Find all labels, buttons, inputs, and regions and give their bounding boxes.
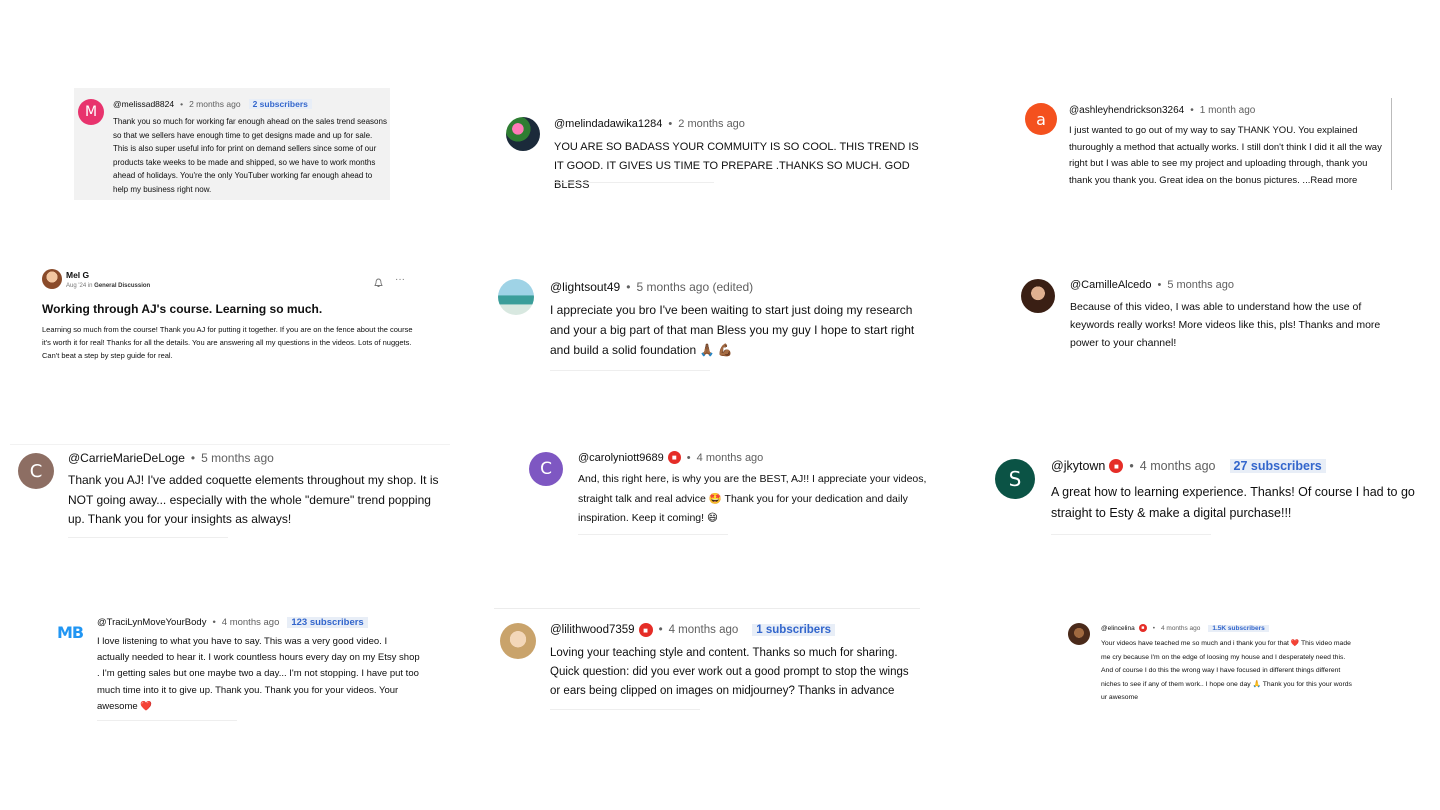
comment-text: I love listening to what you have to say… bbox=[97, 636, 420, 712]
comment-card-elincelina: @elincelina ■ • 4 months ago 1.5K subscr… bbox=[1066, 620, 1366, 706]
comment-card-camillealcedo: @CamilleAlcedo • 5 months ago Because of… bbox=[1018, 274, 1408, 354]
avatar[interactable]: S bbox=[995, 459, 1035, 499]
comment-text: Thank you so much for working far enough… bbox=[113, 117, 387, 194]
comment-time[interactable]: 5 months ago bbox=[1167, 279, 1234, 291]
avatar-letter: C bbox=[29, 460, 43, 482]
action-bar bbox=[550, 370, 710, 377]
action-bar bbox=[550, 709, 700, 716]
comment-time[interactable]: 5 months ago bbox=[201, 451, 274, 465]
comment-time[interactable]: 4 months ago bbox=[1161, 625, 1200, 632]
comment-meta: @lightsout49 • 5 months ago (edited) bbox=[550, 280, 754, 294]
comment-meta: @ashleyhendrickson3264 • 1 month ago bbox=[1069, 105, 1256, 116]
comment-card-lightsout49: @lightsout49 • 5 months ago (edited) I a… bbox=[496, 270, 926, 380]
comment-time[interactable]: 5 months ago (edited) bbox=[636, 280, 753, 294]
avatar[interactable]: M bbox=[78, 99, 104, 125]
avatar-letter: C bbox=[540, 459, 552, 479]
comment-meta: @CamilleAlcedo • 5 months ago bbox=[1070, 279, 1234, 291]
avatar-letter: a bbox=[1036, 109, 1046, 129]
avatar-letter: M bbox=[84, 104, 98, 120]
subscriber-badge: 1 subscribers bbox=[752, 624, 836, 636]
comment-card-ashleyhendrickson3264: a @ashleyhendrickson3264 • 1 month ago I… bbox=[1020, 98, 1392, 190]
comment-card-jkytown: S @jkytown ■ • 4 months ago 27 subscribe… bbox=[992, 454, 1432, 544]
subscriber-badge: 27 subscribers bbox=[1229, 459, 1326, 473]
comment-text: A great how to learning experience. Than… bbox=[1051, 485, 1415, 520]
comment-card-melindadawika1284: @melindadawika1284 • 2 months ago YOU AR… bbox=[500, 110, 930, 191]
avatar[interactable] bbox=[1021, 279, 1055, 313]
avatar[interactable] bbox=[498, 279, 534, 315]
comment-time[interactable]: 1 month ago bbox=[1200, 105, 1256, 116]
comment-author[interactable]: @lightsout49 bbox=[550, 280, 620, 294]
bell-icon[interactable] bbox=[374, 275, 383, 287]
red-channel-icon: ■ bbox=[1109, 459, 1124, 473]
avatar[interactable] bbox=[506, 117, 540, 151]
action-bar bbox=[578, 534, 728, 541]
comment-card-lilithwood7359: @lilithwood7359 ■ • 4 months ago 1 subsc… bbox=[494, 608, 920, 718]
action-bar bbox=[97, 720, 237, 727]
comment-meta: @melindadawika1284 • 2 months ago bbox=[554, 118, 745, 130]
comment-time[interactable]: 2 months ago bbox=[189, 99, 241, 109]
comment-card-tracilynmoveyourbody: MB @TraciLynMoveYourBody • 4 months ago … bbox=[54, 612, 424, 724]
comment-meta: @CarrieMarieDeLoge • 5 months ago bbox=[68, 451, 274, 465]
action-bar bbox=[554, 182, 714, 189]
comment-author[interactable]: @elincelina bbox=[1101, 625, 1135, 632]
post-text: Learning so much from the course! Thank … bbox=[42, 325, 413, 360]
post-meta: Aug '24 in General Discussion bbox=[66, 283, 150, 289]
avatar[interactable] bbox=[500, 623, 536, 659]
logo-text: MB bbox=[56, 622, 84, 642]
comment-card-melissad8824: M @melissad8824 • 2 months ago 2 subscri… bbox=[74, 88, 390, 200]
post-category[interactable]: General Discussion bbox=[94, 283, 150, 289]
comment-card-carriemariedeloge: C @CarrieMarieDeLoge • 5 months ago Than… bbox=[10, 444, 450, 544]
comment-meta: @elincelina ■ • 4 months ago 1.5K subscr… bbox=[1101, 624, 1269, 632]
comment-time[interactable]: 4 months ago bbox=[697, 452, 764, 464]
comment-text: And, this right here, is why you are the… bbox=[578, 473, 927, 524]
red-channel-icon: ■ bbox=[1138, 624, 1147, 632]
avatar[interactable]: C bbox=[529, 452, 563, 486]
more-icon[interactable]: ··· bbox=[395, 274, 405, 285]
comment-text: Thank you AJ! I've added coquette elemen… bbox=[68, 473, 439, 526]
comment-author[interactable]: @melissad8824 bbox=[113, 99, 174, 109]
comment-meta: @melissad8824 • 2 months ago 2 subscribe… bbox=[113, 99, 312, 109]
action-bar bbox=[68, 537, 228, 544]
avatar[interactable] bbox=[1068, 623, 1090, 645]
comment-text: Your videos have teached me so much and … bbox=[1101, 640, 1352, 701]
comment-author[interactable]: @carolyniott9689 bbox=[578, 452, 664, 464]
comment-meta: @carolyniott9689 ■ • 4 months ago bbox=[578, 451, 764, 464]
comment-meta: @TraciLynMoveYourBody • 4 months ago 123… bbox=[97, 617, 368, 628]
red-channel-icon: ■ bbox=[667, 451, 681, 464]
comment-author[interactable]: @lilithwood7359 bbox=[550, 624, 635, 636]
subscriber-badge: 2 subscribers bbox=[248, 99, 312, 109]
subscriber-badge: 123 subscribers bbox=[287, 617, 368, 628]
post-date: Aug '24 in bbox=[66, 283, 93, 289]
comment-time[interactable]: 4 months ago bbox=[669, 624, 739, 636]
comment-meta: @jkytown ■ • 4 months ago 27 subscribers bbox=[1051, 459, 1326, 473]
comment-text: Loving your teaching style and content. … bbox=[550, 647, 909, 697]
comment-meta: @lilithwood7359 ■ • 4 months ago 1 subsc… bbox=[550, 623, 836, 637]
avatar[interactable]: a bbox=[1025, 103, 1057, 135]
comment-text: Because of this video, I was able to und… bbox=[1070, 301, 1381, 349]
subscriber-badge: 1.5K subscribers bbox=[1208, 624, 1269, 632]
comment-author[interactable]: @CamilleAlcedo bbox=[1070, 279, 1151, 291]
avatar[interactable]: C bbox=[18, 453, 54, 489]
post-title[interactable]: Working through AJ's course. Learning so… bbox=[42, 302, 322, 316]
comment-author[interactable]: @ashleyhendrickson3264 bbox=[1069, 105, 1184, 116]
comment-author[interactable]: @jkytown bbox=[1051, 459, 1105, 473]
comment-time[interactable]: 2 months ago bbox=[678, 118, 745, 130]
comment-text: I just wanted to go out of my way to say… bbox=[1069, 125, 1382, 186]
comment-author[interactable]: @melindadawika1284 bbox=[554, 118, 662, 130]
forum-post-card: Mel G Aug '24 in General Discussion ··· … bbox=[40, 266, 415, 370]
comment-text: I appreciate you bro I've been waiting t… bbox=[550, 303, 915, 357]
red-channel-icon: ■ bbox=[638, 623, 653, 637]
avatar[interactable] bbox=[42, 269, 62, 289]
avatar[interactable]: MB bbox=[54, 620, 86, 644]
avatar-letter: S bbox=[1008, 467, 1022, 491]
action-bar bbox=[1051, 534, 1211, 541]
comment-time[interactable]: 4 months ago bbox=[1140, 459, 1216, 473]
comment-author[interactable]: @TraciLynMoveYourBody bbox=[97, 617, 206, 628]
comment-time[interactable]: 4 months ago bbox=[222, 617, 280, 628]
post-author[interactable]: Mel G bbox=[66, 270, 89, 280]
comment-author[interactable]: @CarrieMarieDeLoge bbox=[68, 451, 185, 465]
comment-card-carolyniott9689: C @carolyniott9689 ■ • 4 months ago And,… bbox=[526, 446, 936, 546]
